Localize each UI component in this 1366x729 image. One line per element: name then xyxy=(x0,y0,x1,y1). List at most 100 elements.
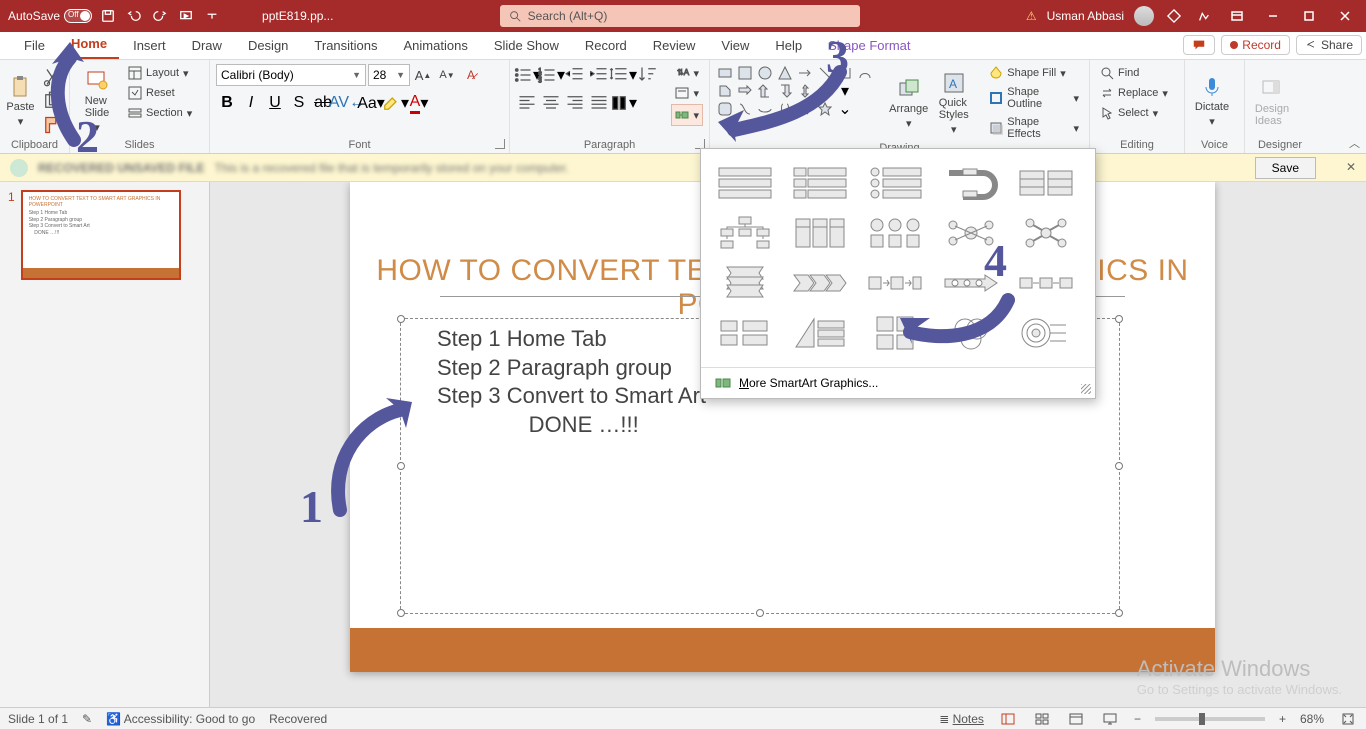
bold-icon[interactable]: B xyxy=(216,92,238,114)
format-painter-icon[interactable] xyxy=(41,114,63,136)
coming-soon-icon[interactable] xyxy=(1194,6,1214,26)
resize-handle[interactable] xyxy=(1115,315,1123,323)
save-icon[interactable] xyxy=(98,6,118,26)
autosave-toggle[interactable]: AutoSave Off xyxy=(8,9,92,23)
shadow-icon[interactable]: S xyxy=(288,92,310,114)
tab-animations[interactable]: Animations xyxy=(392,32,480,59)
ribbon-display-icon[interactable] xyxy=(1224,6,1250,26)
smartart-vertical-box-list[interactable] xyxy=(790,163,850,203)
reading-view-icon[interactable] xyxy=(1066,711,1086,727)
zoom-in-icon[interactable]: + xyxy=(1279,712,1286,726)
find-button[interactable]: Find xyxy=(1096,64,1172,82)
smartart-diverging-radial[interactable] xyxy=(1016,213,1076,253)
thumbnail-panel[interactable]: 1 HOW TO CONVERT TEXT TO SMART ART GRAPH… xyxy=(0,182,210,707)
slideshow-view-icon[interactable] xyxy=(1100,711,1120,727)
close-icon[interactable] xyxy=(1332,6,1358,26)
message-save-button[interactable]: Save xyxy=(1255,157,1316,179)
user-name[interactable]: Usman Abbasi xyxy=(1047,9,1124,23)
notes-button[interactable]: ≣ Notes xyxy=(939,712,984,726)
smartart-basic-venn[interactable] xyxy=(941,313,1001,353)
normal-view-icon[interactable] xyxy=(998,711,1018,727)
search-box[interactable]: Search (Alt+Q) xyxy=(500,5,860,27)
smartart-pyramid-list[interactable] xyxy=(790,313,850,353)
maximize-icon[interactable] xyxy=(1296,6,1322,26)
tab-view[interactable]: View xyxy=(709,32,761,59)
smartart-horizontal-bullet-list[interactable] xyxy=(790,213,850,253)
status-spellcheck-icon[interactable]: ✎ xyxy=(82,712,92,726)
section-button[interactable]: Section▾ xyxy=(124,104,196,122)
char-spacing-icon[interactable]: AV↔ xyxy=(336,92,358,114)
more-smartart-graphics[interactable]: More SmartArt Graphics... xyxy=(701,367,1095,398)
numbering-icon[interactable]: 123▾ xyxy=(540,64,562,86)
resize-handle[interactable] xyxy=(756,609,764,617)
align-center-icon[interactable] xyxy=(540,92,562,114)
undo-icon[interactable] xyxy=(124,6,144,26)
font-size-combo[interactable]: 28▼ xyxy=(368,64,410,86)
shape-fill-button[interactable]: Shape Fill▾ xyxy=(985,64,1083,82)
clear-formatting-icon[interactable]: A̷ xyxy=(460,64,482,86)
fit-to-window-icon[interactable] xyxy=(1338,711,1358,727)
select-button[interactable]: Select▾ xyxy=(1096,104,1172,122)
underline-icon[interactable]: U xyxy=(264,92,286,114)
font-color-icon[interactable]: A▾ xyxy=(408,92,430,114)
from-beginning-icon[interactable] xyxy=(176,6,196,26)
decrease-indent-icon[interactable] xyxy=(564,64,586,86)
zoom-out-icon[interactable]: − xyxy=(1134,712,1141,726)
reset-button[interactable]: Reset xyxy=(124,84,196,102)
shape-outline-button[interactable]: Shape Outline▾ xyxy=(985,84,1083,112)
columns-icon[interactable]: ▾ xyxy=(612,92,634,114)
slide-sorter-icon[interactable] xyxy=(1032,711,1052,727)
collapse-ribbon-icon[interactable]: ︿ xyxy=(1349,135,1360,151)
slide-thumbnail-1[interactable]: HOW TO CONVERT TEXT TO SMART ART GRAPHIC… xyxy=(21,190,181,280)
align-text-icon[interactable]: ▾ xyxy=(671,84,703,102)
text-line[interactable]: DONE …!!! xyxy=(401,411,1119,440)
smartart-basic-matrix[interactable] xyxy=(865,313,925,353)
smartart-basic-target[interactable] xyxy=(1016,313,1076,353)
tab-record[interactable]: Record xyxy=(573,32,639,59)
minimize-icon[interactable] xyxy=(1260,6,1286,26)
status-slide-count[interactable]: Slide 1 of 1 xyxy=(8,712,68,726)
align-left-icon[interactable] xyxy=(516,92,538,114)
tab-slide-show[interactable]: Slide Show xyxy=(482,32,571,59)
sort-icon[interactable] xyxy=(636,64,658,86)
qat-more-icon[interactable] xyxy=(202,6,222,26)
resize-handle[interactable] xyxy=(397,462,405,470)
copy-icon[interactable] xyxy=(41,90,63,112)
increase-indent-icon[interactable] xyxy=(588,64,610,86)
justify-icon[interactable] xyxy=(588,92,610,114)
tab-insert[interactable]: Insert xyxy=(121,32,178,59)
decrease-font-icon[interactable]: A▼ xyxy=(436,64,458,86)
smartart-radial-cluster[interactable] xyxy=(941,213,1001,253)
smartart-hierarchy[interactable] xyxy=(715,213,775,253)
arrange-button[interactable]: Arrange▾ xyxy=(889,64,928,142)
increase-font-icon[interactable]: A▲ xyxy=(412,64,434,86)
record-button[interactable]: Record xyxy=(1221,35,1290,55)
text-direction-icon[interactable]: ⇅A▾ xyxy=(671,64,703,82)
shapes-gallery[interactable]: ▾ ⌄ xyxy=(716,64,883,142)
flyout-resize-handle[interactable] xyxy=(1081,384,1091,394)
smartart-bending-picture-list[interactable] xyxy=(941,163,1001,203)
layout-button[interactable]: Layout▾ xyxy=(124,64,196,82)
tab-transitions[interactable]: Transitions xyxy=(302,32,389,59)
tab-help[interactable]: Help xyxy=(763,32,814,59)
zoom-slider[interactable] xyxy=(1155,717,1265,721)
smartart-picture-caption-list[interactable] xyxy=(865,213,925,253)
redo-icon[interactable] xyxy=(150,6,170,26)
change-case-icon[interactable]: Aa▾ xyxy=(360,92,382,114)
smartart-basic-block-list[interactable] xyxy=(715,163,775,203)
tab-review[interactable]: Review xyxy=(641,32,708,59)
diamond-icon[interactable] xyxy=(1164,6,1184,26)
resize-handle[interactable] xyxy=(397,609,405,617)
message-close-icon[interactable]: ✕ xyxy=(1346,160,1356,174)
tab-draw[interactable]: Draw xyxy=(180,32,234,59)
shape-effects-button[interactable]: Shape Effects▾ xyxy=(985,114,1083,142)
cut-icon[interactable] xyxy=(41,66,63,88)
new-slide-button[interactable]: New Slide▾ xyxy=(76,64,118,139)
font-launcher-icon[interactable] xyxy=(495,139,505,149)
smartart-vertical-bullet-list[interactable] xyxy=(865,163,925,203)
paste-button[interactable]: Paste▾ xyxy=(6,64,35,139)
smartart-flyout[interactable]: More SmartArt Graphics... xyxy=(700,148,1096,399)
highlight-icon[interactable]: ▾ xyxy=(384,92,406,114)
resize-handle[interactable] xyxy=(1115,462,1123,470)
dictate-button[interactable]: Dictate▾ xyxy=(1191,64,1233,139)
